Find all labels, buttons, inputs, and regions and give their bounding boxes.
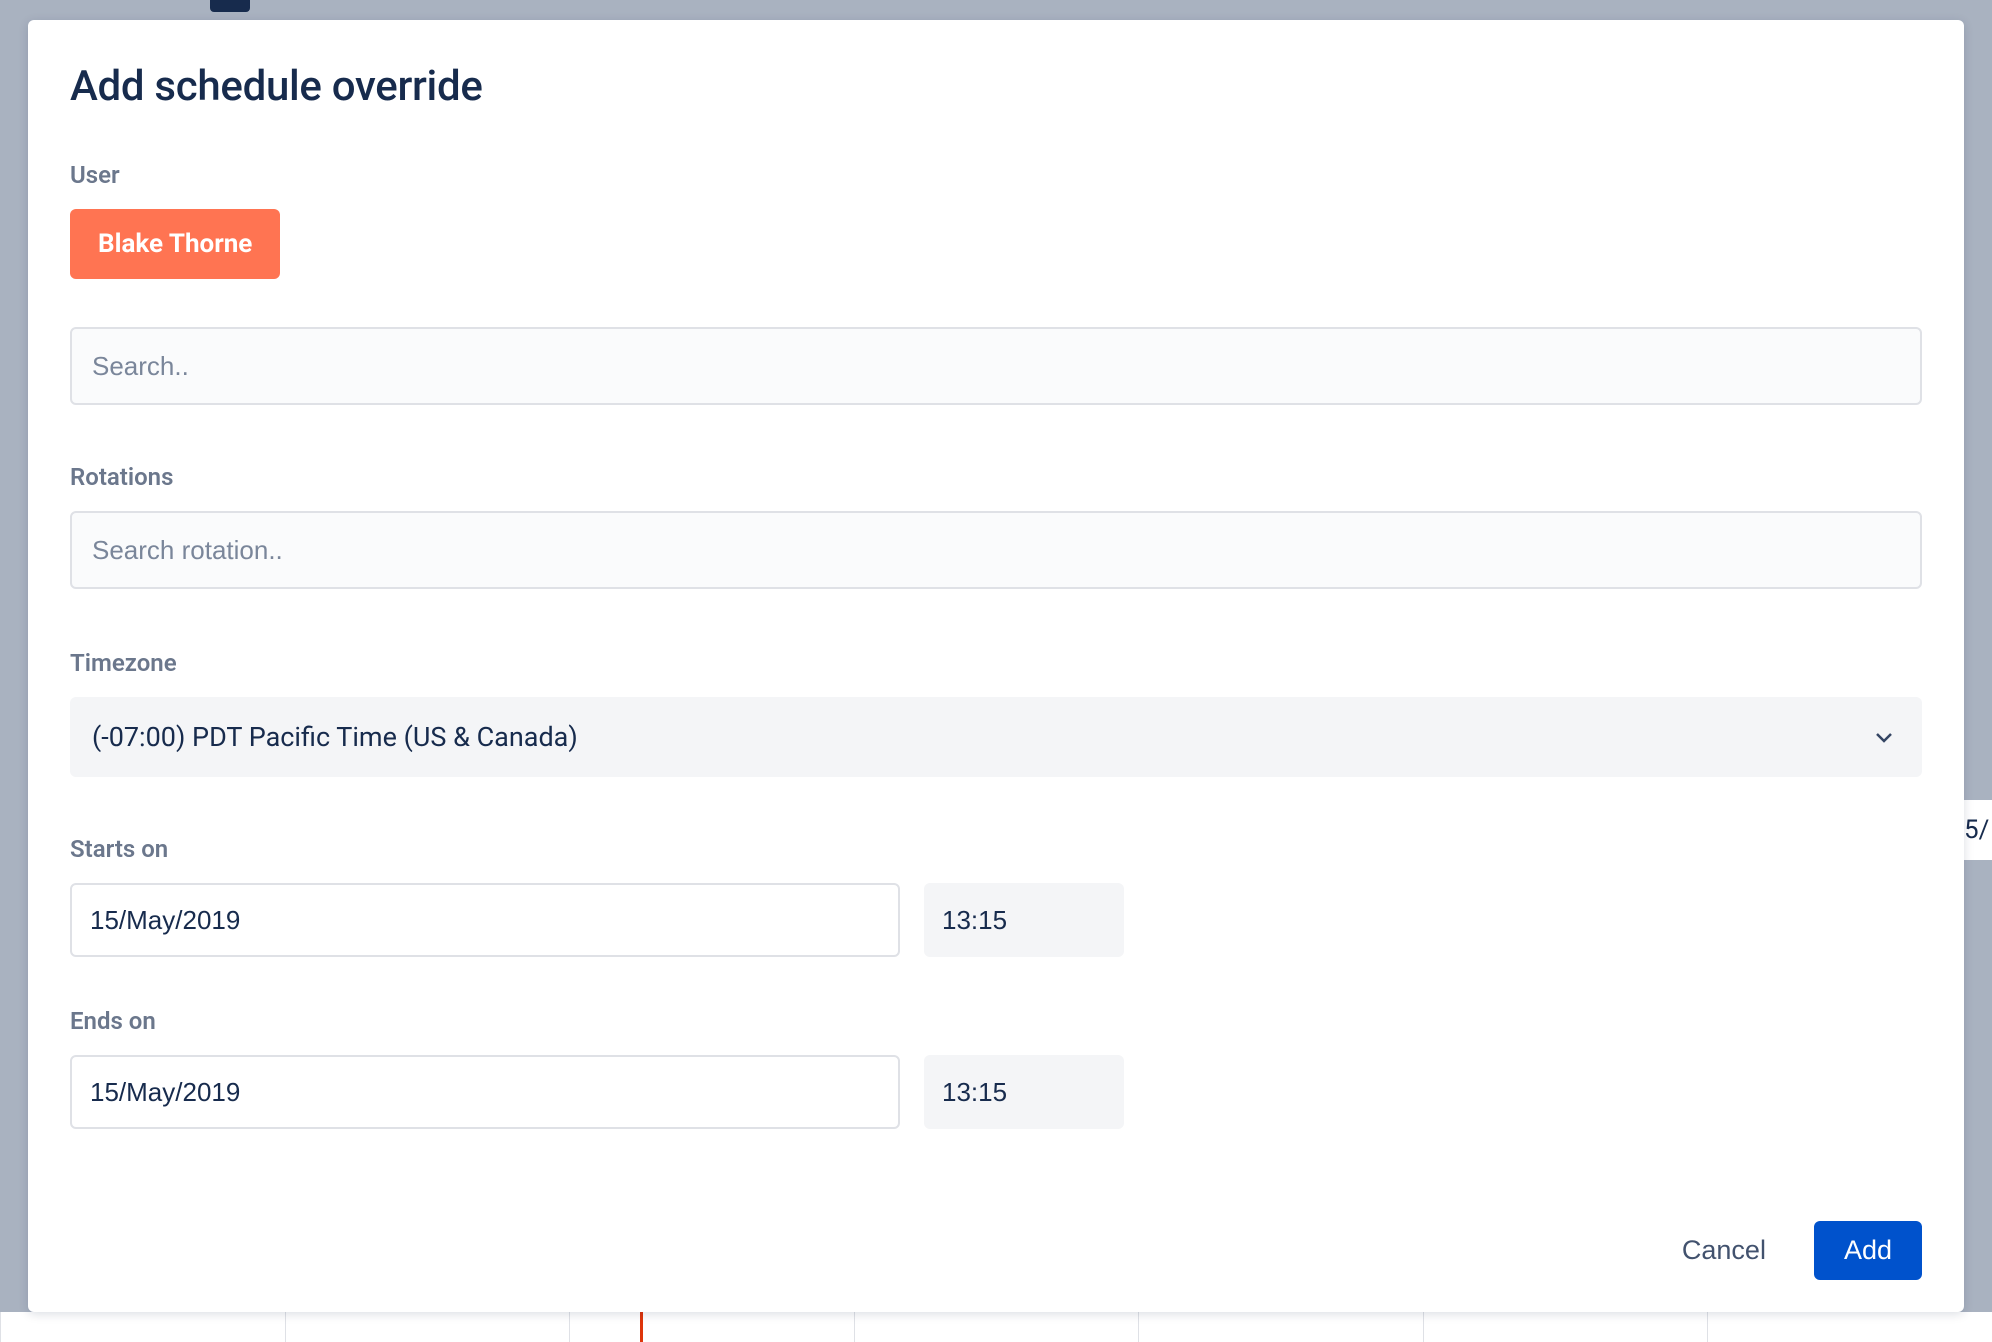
- add-schedule-override-modal: Add schedule override User Blake Thorne …: [28, 20, 1964, 1312]
- ends-on-time-input[interactable]: [924, 1055, 1124, 1129]
- chevron-down-icon: [1874, 727, 1894, 747]
- user-chip[interactable]: Blake Thorne: [70, 209, 280, 279]
- starts-on-time-input[interactable]: [924, 883, 1124, 957]
- ends-on-date-input[interactable]: [70, 1055, 900, 1129]
- background-timeline: [0, 1312, 1992, 1342]
- modal-title: Add schedule override: [70, 62, 1922, 111]
- rotations-label: Rotations: [70, 463, 1922, 491]
- starts-on-row: [70, 883, 1922, 957]
- background-now-line: [640, 1312, 643, 1342]
- timezone-label: Timezone: [70, 649, 1922, 677]
- background-fragment: 5/: [1962, 800, 1992, 860]
- starts-on-label: Starts on: [70, 835, 1922, 863]
- cancel-button[interactable]: Cancel: [1674, 1221, 1774, 1280]
- user-search-input[interactable]: [70, 327, 1922, 405]
- user-label: User: [70, 161, 1922, 189]
- rotation-search-input[interactable]: [70, 511, 1922, 589]
- add-button[interactable]: Add: [1814, 1221, 1922, 1280]
- timezone-value: (-07:00) PDT Pacific Time (US & Canada): [92, 721, 578, 753]
- timezone-select[interactable]: (-07:00) PDT Pacific Time (US & Canada): [70, 697, 1922, 777]
- starts-on-date-input[interactable]: [70, 883, 900, 957]
- background-fragment: [210, 0, 250, 12]
- modal-footer: Cancel Add: [70, 1221, 1922, 1280]
- ends-on-row: [70, 1055, 1922, 1129]
- ends-on-label: Ends on: [70, 1007, 1922, 1035]
